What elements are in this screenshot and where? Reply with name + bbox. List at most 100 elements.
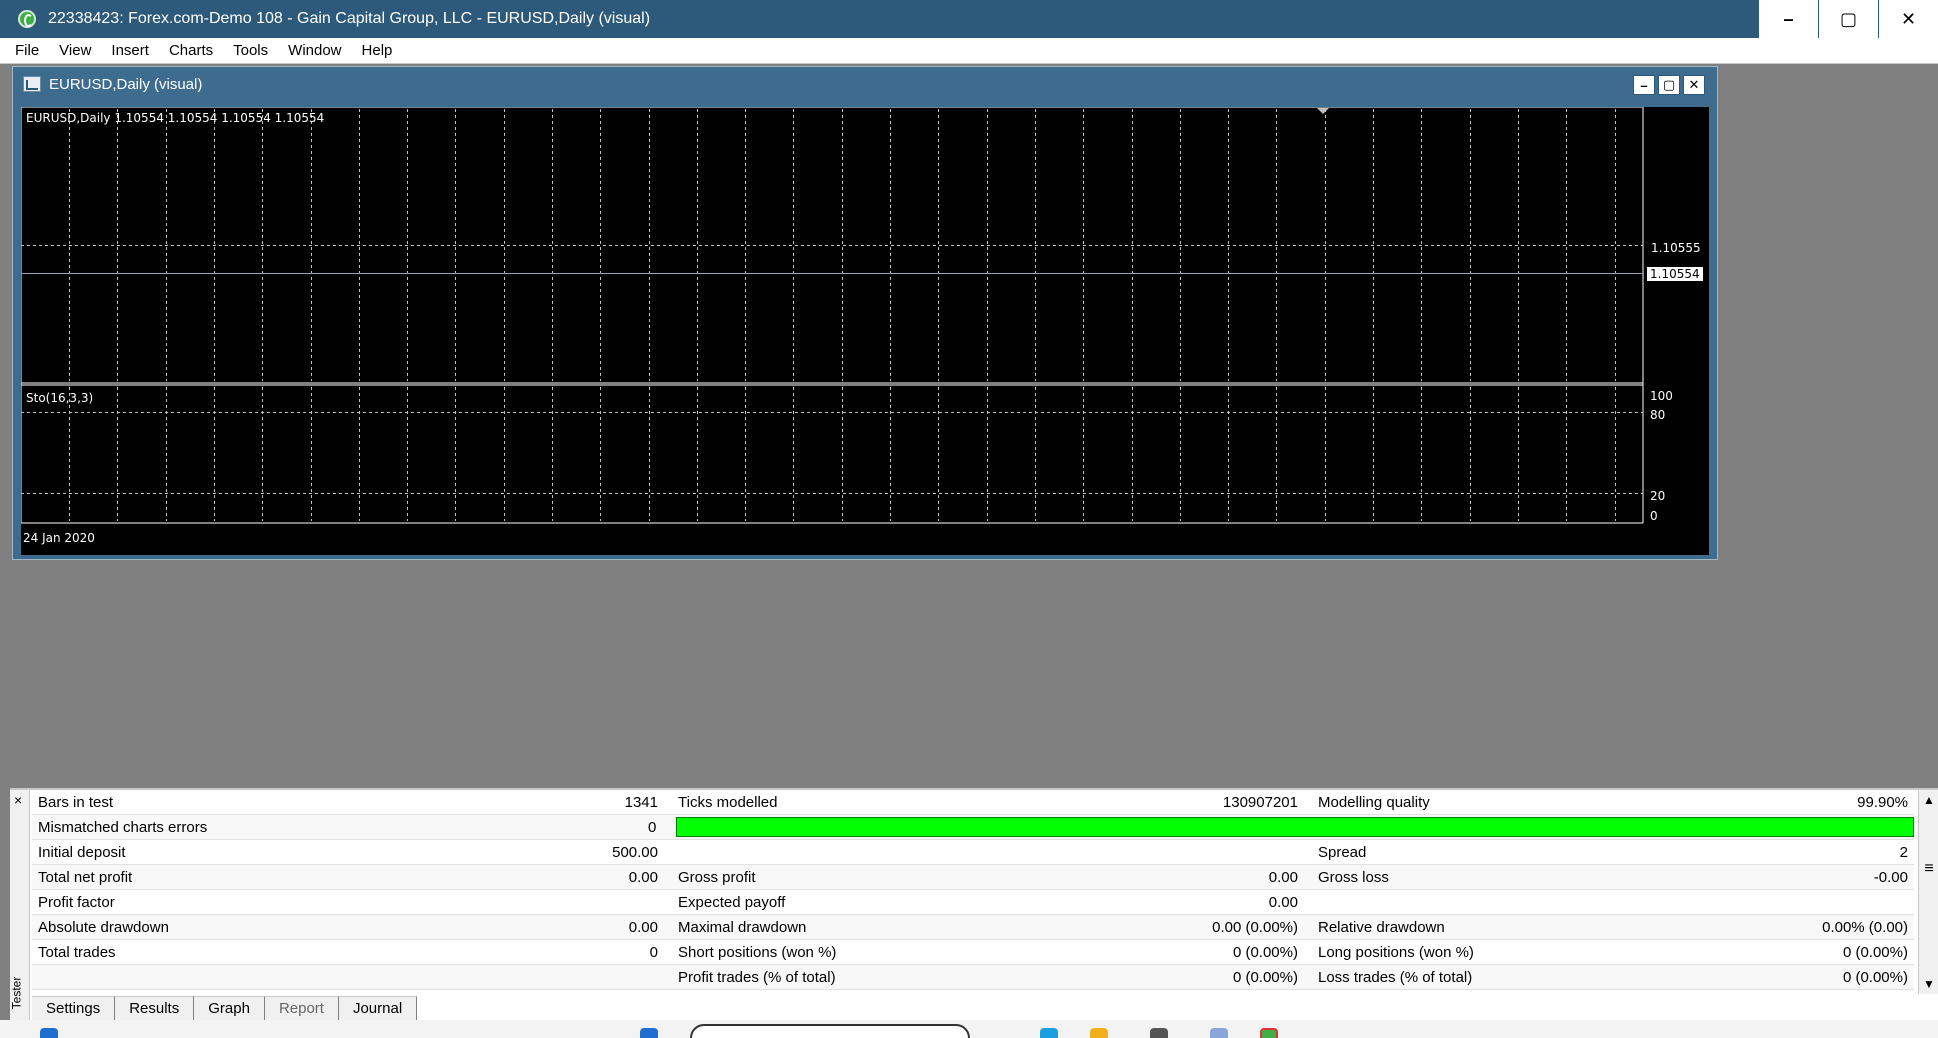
metatrader-icon[interactable] <box>1260 1028 1278 1038</box>
label-total-trades: Total trades <box>38 943 116 961</box>
value-gross-loss: -0.00 <box>1873 868 1908 886</box>
report-row: Mismatched charts errors 0 <box>32 815 1914 840</box>
label-spread: Spread <box>1318 843 1367 861</box>
menu-insert[interactable]: Insert <box>101 42 159 59</box>
value-short-positions: 0 (0.00%) <box>1232 943 1298 961</box>
report-row: Profit factor Expected payoff 0.00 <box>32 890 1914 915</box>
value-empty <box>472 965 672 990</box>
store-icon[interactable] <box>1210 1028 1228 1038</box>
window-controls: – ▢ ✕ <box>1758 0 1938 38</box>
menu-bar: File View Insert Charts Tools Window Hel… <box>0 38 1938 64</box>
menu-view[interactable]: View <box>49 42 101 59</box>
app-icon[interactable] <box>1150 1028 1168 1038</box>
app-title: 22338423: Forex.com-Demo 108 - Gain Capi… <box>48 10 651 27</box>
report-row: Total net profit 0.00 Gross profit 0.00 … <box>32 865 1914 890</box>
report-row: Total trades 0 Short positions (won %) 0… <box>32 940 1914 965</box>
label-empty <box>1312 890 1752 915</box>
tester-tabs: Settings Results Graph Report Journal <box>32 996 418 1020</box>
label-relative-drawdown: Relative drawdown <box>1318 918 1445 936</box>
value-profit-trades: 0 (0.00%) <box>1232 968 1298 986</box>
tab-results[interactable]: Results <box>115 996 195 1020</box>
menu-file[interactable]: File <box>0 42 49 59</box>
label-modelling-quality: Modelling quality <box>1318 793 1430 811</box>
chart-plot-area[interactable]: EURUSD,Daily 1.10554 1.10554 1.10554 1.1… <box>21 107 1709 555</box>
value-mismatched-errors: 0 <box>647 818 657 836</box>
chart-header-quote: EURUSD,Daily 1.10554 1.10554 1.10554 1.1… <box>26 111 325 125</box>
label-initial-deposit: Initial deposit <box>38 843 126 861</box>
sto-level-0: 0 <box>1650 509 1658 523</box>
tester-close-button[interactable]: × <box>14 792 22 808</box>
scroll-up-icon[interactable]: ▲ <box>1919 790 1938 810</box>
report-table: Bars in test 1341 Ticks modelled 1309072… <box>32 790 1914 990</box>
scroll-down-icon[interactable]: ▼ <box>1919 974 1938 994</box>
value-empty <box>1112 840 1312 865</box>
chart-maximize-button[interactable]: ▢ <box>1658 75 1680 95</box>
value-total-net-profit: 0.00 <box>628 868 658 886</box>
chart-icon <box>23 76 41 92</box>
label-long-positions: Long positions (won %) <box>1318 943 1474 961</box>
tab-settings[interactable]: Settings <box>32 996 116 1020</box>
value-relative-drawdown: 0.00% (0.00) <box>1822 918 1908 936</box>
indicator-label: Sto(16,3,3) <box>26 391 94 405</box>
shift-marker-icon[interactable] <box>1317 108 1329 114</box>
close-button[interactable]: ✕ <box>1878 0 1938 38</box>
start-icon[interactable] <box>40 1028 58 1038</box>
menu-charts[interactable]: Charts <box>159 42 223 59</box>
tester-side-strip: × Tester <box>9 790 30 1022</box>
windows-icon[interactable] <box>640 1028 658 1038</box>
value-loss-trades: 0 (0.00%) <box>1842 968 1908 986</box>
label-mismatched-errors: Mismatched charts errors <box>38 818 208 836</box>
tester-side-label: Tester <box>9 976 24 1010</box>
value-expected-payoff: 0.00 <box>1268 893 1298 911</box>
chart-window-controls: – ▢ ✕ <box>1633 75 1705 95</box>
report-scrollbar[interactable]: ▲ ≡ ▼ <box>1918 790 1938 994</box>
chart-close-button[interactable]: ✕ <box>1683 75 1705 95</box>
sto-level-80: 80 <box>1650 408 1666 422</box>
value-spread: 2 <box>1899 843 1908 861</box>
report-row: Absolute drawdown 0.00 Maximal drawdown … <box>32 915 1914 940</box>
value-long-positions: 0 (0.00%) <box>1842 943 1908 961</box>
hamburger-icon[interactable]: ≡ <box>1919 860 1938 878</box>
os-taskbar <box>0 1020 1938 1038</box>
label-gross-loss: Gross loss <box>1318 868 1389 886</box>
edge-icon[interactable] <box>1040 1028 1058 1038</box>
chart-window[interactable]: EURUSD,Daily (visual) – ▢ ✕ EURUSD,Daily… <box>12 66 1718 560</box>
folder-icon[interactable] <box>1090 1028 1108 1038</box>
label-bars-in-test: Bars in test <box>38 793 114 811</box>
tab-journal[interactable]: Journal <box>338 996 418 1020</box>
label-gross-profit: Gross profit <box>678 868 756 886</box>
value-empty <box>1752 890 1914 915</box>
menu-window[interactable]: Window <box>278 42 351 59</box>
label-ticks-modelled: Ticks modelled <box>678 793 778 811</box>
modelling-quality-bar <box>676 817 1914 837</box>
value-bars-in-test: 1341 <box>624 793 658 811</box>
label-empty <box>32 965 472 990</box>
label-total-net-profit: Total net profit <box>38 868 133 886</box>
label-short-positions: Short positions (won %) <box>678 943 837 961</box>
value-gross-profit: 0.00 <box>1268 868 1298 886</box>
taskbar-search-box[interactable] <box>690 1024 970 1038</box>
minimize-button[interactable]: – <box>1758 0 1818 38</box>
menu-help[interactable]: Help <box>352 42 403 59</box>
label-expected-payoff: Expected payoff <box>678 893 786 911</box>
chart-minimize-button[interactable]: – <box>1633 75 1655 95</box>
strategy-tester-panel: × Tester Bars in test 1341 Ticks modelle… <box>9 788 1938 1022</box>
chart-window-title-bar[interactable]: EURUSD,Daily (visual) <box>13 67 1717 101</box>
report-row: Initial deposit 500.00 Spread 2 <box>32 840 1914 865</box>
maximize-button[interactable]: ▢ <box>1818 0 1878 38</box>
menu-tools[interactable]: Tools <box>223 42 278 59</box>
value-total-trades: 0 <box>649 943 658 961</box>
value-absolute-drawdown: 0.00 <box>628 918 658 936</box>
current-price-tag: 1.10554 <box>1647 267 1703 281</box>
report-row: Bars in test 1341 Ticks modelled 1309072… <box>32 790 1914 815</box>
chart-window-title: EURUSD,Daily (visual) <box>49 75 203 93</box>
label-maximal-drawdown: Maximal drawdown <box>678 918 807 936</box>
label-absolute-drawdown: Absolute drawdown <box>38 918 169 936</box>
tab-report[interactable]: Report <box>264 996 339 1020</box>
price-label-high: 1.10555 <box>1651 241 1701 255</box>
tab-graph[interactable]: Graph <box>194 996 265 1020</box>
label-empty <box>672 840 1112 865</box>
label-loss-trades: Loss trades (% of total) <box>1318 968 1473 986</box>
value-modelling-quality: 99.90% <box>1857 793 1908 811</box>
report-row: Profit trades (% of total) 0 (0.00%) Los… <box>32 965 1914 990</box>
